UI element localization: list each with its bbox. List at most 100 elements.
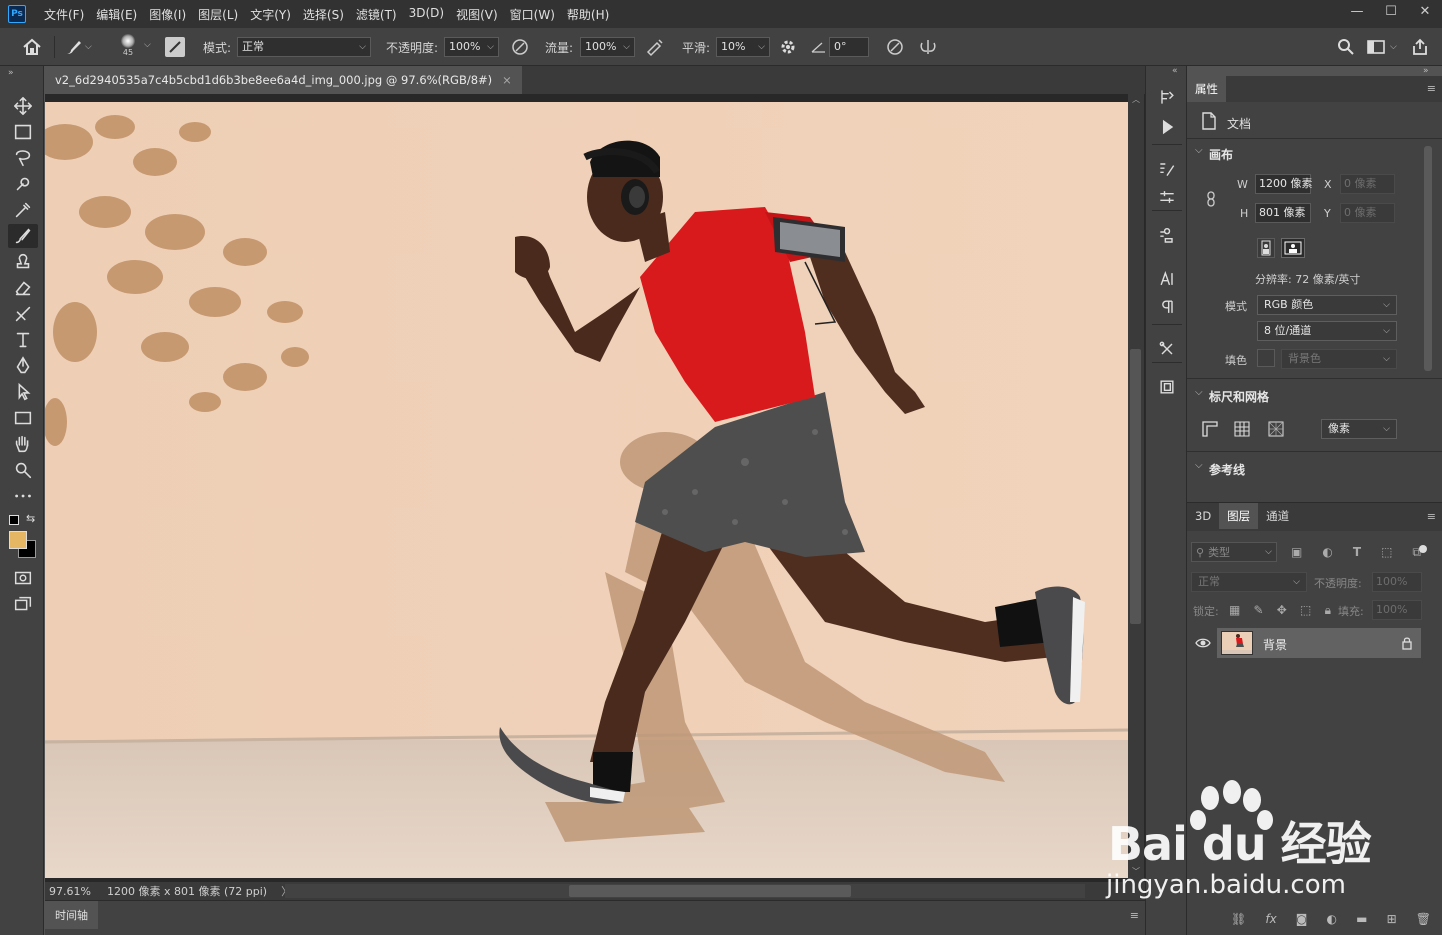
blend-mode-select[interactable]: 正常 ⌵ [1191, 572, 1307, 592]
character-panel-icon[interactable] [1156, 268, 1178, 290]
filter-toggle-icon[interactable] [1419, 545, 1427, 553]
marquee-tool-icon[interactable] [8, 120, 38, 144]
tab-layers-2[interactable]: 通道 [1258, 503, 1297, 529]
lock-all-icon[interactable]: 🔒︎ [1325, 603, 1331, 618]
bit-depth-select[interactable]: 8 位/通道 ⌵ [1257, 321, 1397, 341]
ruler-icon[interactable] [1201, 420, 1219, 438]
panel-menu-icon[interactable]: ≡ [1427, 82, 1436, 95]
new-group-icon[interactable]: ▬ [1356, 912, 1367, 926]
vertical-scroll-thumb[interactable] [1130, 349, 1141, 624]
chevron-down-icon[interactable]: ⌵ [1195, 145, 1203, 156]
stamp-tool-icon[interactable] [8, 250, 38, 274]
close-button[interactable]: ✕ [1408, 0, 1442, 22]
horizontal-scrollbar[interactable] [285, 884, 1085, 898]
type-tool-icon[interactable] [8, 328, 38, 352]
zoom-level[interactable]: 97.61% [49, 885, 101, 898]
scroll-up-icon[interactable]: ︿ [1130, 94, 1142, 104]
panel-menu-icon[interactable]: ≡ [1130, 909, 1139, 922]
lock-artboard-icon[interactable]: ⬚ [1300, 603, 1311, 617]
eye-icon[interactable] [1195, 636, 1211, 650]
panel-menu-icon[interactable]: ≡ [1427, 510, 1436, 523]
share-icon[interactable] [1410, 37, 1430, 57]
zoom-tool-icon[interactable] [8, 458, 38, 482]
layer-row-background[interactable]: 背景 [1217, 628, 1421, 658]
menu-item-7[interactable]: 3D(D) [403, 6, 450, 23]
canvas-section-title[interactable]: 画布 [1209, 146, 1233, 163]
menu-item-0[interactable]: 文件(F) [38, 6, 90, 23]
adjustments-panel-icon[interactable] [1156, 186, 1178, 208]
brush-preset-picker[interactable]: ⌵ [63, 37, 101, 57]
clone-source-icon[interactable] [1156, 226, 1178, 248]
add-mask-icon[interactable]: ◙ [1296, 912, 1308, 926]
more-tools-icon[interactable] [8, 484, 38, 508]
mode-select[interactable]: 正常 ⌵ [237, 37, 371, 57]
lock-image-icon[interactable]: ✎ [1254, 603, 1264, 617]
menu-item-1[interactable]: 编辑(E) [90, 6, 143, 23]
move-tool-icon[interactable] [8, 94, 38, 118]
image-filter-icon[interactable]: ▣ [1291, 545, 1302, 559]
ruler-units-select[interactable]: 像素 ⌵ [1321, 419, 1397, 439]
pen-tool-icon[interactable] [8, 354, 38, 378]
minimize-button[interactable]: — [1340, 0, 1374, 22]
history-icon[interactable] [1156, 86, 1178, 108]
properties-scrollbar[interactable] [1424, 146, 1432, 371]
menu-item-8[interactable]: 视图(V) [450, 6, 504, 23]
symmetry-icon[interactable] [918, 37, 938, 57]
chevron-down-icon[interactable]: ⌵ [1195, 460, 1203, 471]
tab-layers-0[interactable]: 3D [1187, 503, 1219, 529]
home-icon[interactable] [20, 37, 44, 57]
shape-filter-icon[interactable]: ⬚ [1381, 545, 1392, 559]
menu-item-9[interactable]: 窗口(W) [504, 6, 561, 23]
hand-tool-icon[interactable] [8, 432, 38, 456]
grid-icon[interactable] [1233, 420, 1251, 438]
timeline-tab[interactable]: 时间轴 [45, 901, 98, 929]
libraries-icon[interactable] [1156, 376, 1178, 398]
type-filter-icon[interactable]: T [1353, 545, 1361, 559]
menu-item-10[interactable]: 帮助(H) [561, 6, 615, 23]
document-tab[interactable]: v2_6d2940535a7c4b5cbd1d6b3be8ee6a4d_img_… [45, 66, 522, 94]
landscape-orientation-icon[interactable] [1281, 238, 1305, 258]
collapse-panel-icon[interactable]: » [1423, 66, 1429, 76]
adjustment-filter-icon[interactable]: ◐ [1322, 545, 1332, 559]
horizontal-scroll-thumb[interactable] [569, 885, 851, 897]
menu-item-2[interactable]: 图像(I) [143, 6, 192, 23]
maximize-button[interactable]: ☐ [1374, 0, 1408, 22]
brush-settings-icon[interactable] [165, 37, 185, 57]
tool-presets-icon[interactable] [1156, 338, 1178, 360]
smoothing-field[interactable]: 10% ⌵ [716, 37, 770, 57]
menu-item-3[interactable]: 图层(L) [192, 6, 244, 23]
width-field[interactable]: 1200 像素 [1255, 174, 1313, 194]
menu-item-4[interactable]: 文字(Y) [244, 6, 297, 23]
layer-filter-select[interactable]: ⚲ 类型 ⌵ [1191, 542, 1277, 562]
rectangle-tool-icon[interactable] [8, 406, 38, 430]
lock-transparent-icon[interactable]: ▦ [1229, 603, 1240, 617]
eraser-tool-icon[interactable] [8, 276, 38, 300]
link-icon[interactable] [1205, 190, 1217, 208]
document-canvas[interactable] [45, 102, 1128, 878]
play-actions-icon[interactable] [1156, 116, 1178, 138]
flow-field[interactable]: 100% ⌵ [580, 37, 635, 57]
brush-tool-icon[interactable] [8, 224, 38, 248]
lock-position-icon[interactable]: ✥ [1277, 603, 1287, 617]
guides-section-title[interactable]: 参考线 [1209, 461, 1245, 478]
link-layers-icon[interactable]: ⛓︎ [1231, 912, 1246, 926]
search-icon[interactable] [1336, 37, 1356, 57]
quick-selection-icon[interactable] [8, 172, 38, 196]
lock-icon[interactable] [1401, 636, 1413, 650]
airbrush-icon[interactable] [645, 37, 665, 57]
layer-fill-field[interactable]: 100% [1372, 600, 1422, 620]
swap-colors-icon[interactable]: ⇆ [26, 512, 35, 525]
gradient-tool-icon[interactable] [8, 302, 38, 326]
portrait-orientation-icon[interactable] [1257, 238, 1275, 258]
eyedropper-tool-icon[interactable] [8, 198, 38, 222]
brush-size-preview[interactable]: 45 [117, 32, 139, 62]
chevron-down-icon[interactable]: ⌵ [1195, 387, 1203, 398]
angle-field[interactable]: 0° [829, 37, 869, 57]
collapse-dock-icon[interactable]: « [1172, 66, 1178, 76]
vertical-scrollbar[interactable]: ︿ ﹀ [1128, 94, 1144, 882]
chevron-down-icon[interactable]: ⌵ [144, 40, 151, 50]
menu-item-6[interactable]: 滤镜(T) [350, 6, 403, 23]
layer-name[interactable]: 背景 [1263, 636, 1287, 653]
close-tab-icon[interactable]: × [502, 73, 512, 87]
rulers-grids-section-title[interactable]: 标尺和网格 [1209, 388, 1269, 405]
